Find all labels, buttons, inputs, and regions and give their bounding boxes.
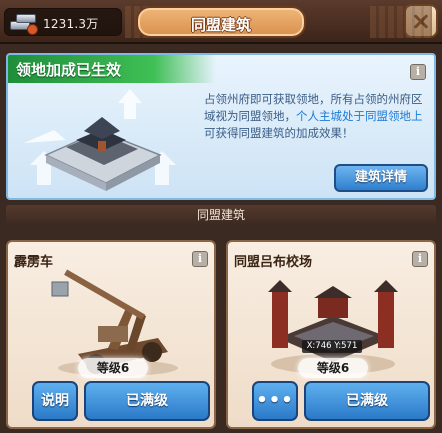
- top-header: 1231.3万 同盟建筑: [0, 0, 442, 44]
- banner-description: 占领州府即可获取领地，所有占领的州府区域视为同盟领地，个人主城处于同盟领地上可获…: [204, 91, 430, 142]
- title-plate: 同盟建筑: [136, 6, 306, 38]
- banner-title: 领地加成已生效: [16, 61, 122, 79]
- max-level-button[interactable]: 已满级: [304, 381, 430, 421]
- coordinate-tag: X:746 Y:571: [302, 340, 362, 353]
- max-level-button[interactable]: 已满级: [84, 381, 210, 421]
- building-card-training-ground: 同盟吕布校场 i X:746 Y:571 等级6 ••• 已满级: [226, 240, 436, 429]
- desc-highlight: 个人主城处于同盟领地上: [296, 109, 423, 123]
- building-details-button[interactable]: 建筑详情: [334, 164, 428, 192]
- desc-text-2: 可获得同盟建筑的加成效果！: [204, 126, 354, 140]
- close-icon[interactable]: [404, 4, 438, 38]
- silver-ingot-icon: [10, 13, 38, 35]
- description-button[interactable]: 说明: [32, 381, 78, 421]
- card-info-icon[interactable]: i: [412, 251, 428, 267]
- fortress-illustration: [24, 89, 176, 191]
- currency-display[interactable]: 1231.3万: [4, 8, 122, 36]
- card-info-icon[interactable]: i: [192, 251, 208, 267]
- territory-bonus-banner: 领地加成已生效 i 占领州府即可获取领地，所有占领的州府区域视为同盟领地，个人主…: [6, 53, 436, 200]
- page-title: 同盟建筑: [190, 16, 251, 34]
- section-header: 同盟建筑: [6, 205, 436, 226]
- more-icon[interactable]: •••: [252, 381, 298, 421]
- building-card-catapult: 霹雳车 i 等级6 说明 已满级: [6, 240, 216, 429]
- banner-info-icon[interactable]: i: [410, 64, 426, 80]
- currency-value: 1231.3万: [43, 17, 99, 31]
- level-label: 等级6: [298, 358, 368, 378]
- level-label: 等级6: [78, 358, 148, 378]
